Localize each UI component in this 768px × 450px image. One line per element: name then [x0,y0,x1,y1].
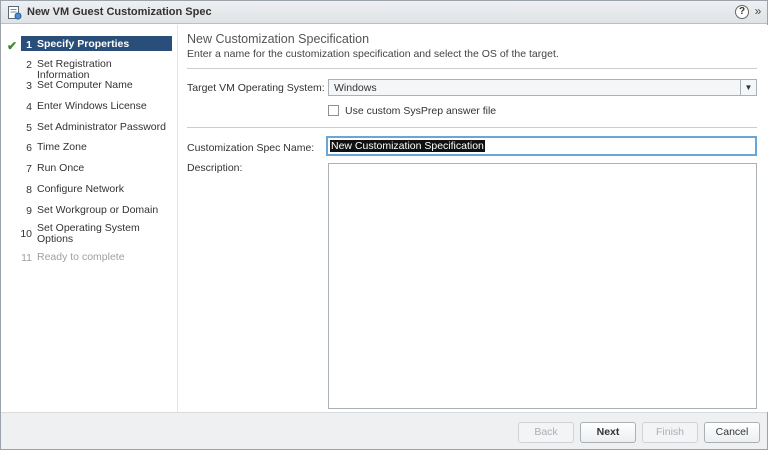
step-label: Enter Windows License [37,100,147,112]
step-label: Time Zone [37,141,87,153]
divider [187,68,757,69]
step-number: 5 [26,122,32,134]
sysprep-label: Use custom SysPrep answer file [345,105,497,117]
back-button[interactable]: Back [518,422,574,443]
step-label: Ready to complete [37,251,125,263]
spec-name-input[interactable]: New Customization Specification [326,136,757,156]
step-number: 8 [26,184,32,196]
step-label: Set Workgroup or Domain [37,204,159,216]
step-number: 10 [20,228,32,240]
step-number: 11 [21,252,32,264]
next-button[interactable]: Next [580,422,636,443]
wizard-steps-sidebar: ✔ 1 Specify Properties 2 Set Registratio… [1,25,176,412]
target-os-label: Target VM Operating System: [187,82,325,94]
page-description: Enter a name for the customization speci… [187,48,559,60]
step-label: Set Computer Name [37,79,133,91]
step-number: 3 [26,80,32,92]
sysprep-checkbox[interactable] [328,105,339,116]
finish-button[interactable]: Finish [642,422,698,443]
step-label: Set Operating System Options [37,222,140,245]
title-bar: New VM Guest Customization Spec ? » [1,1,767,24]
step-label: Specify Properties [37,38,130,50]
step-number: 7 [26,163,32,175]
step-number: 2 [26,59,32,71]
step-label: Set Administrator Password [37,121,166,133]
step-label: Set Registration Information [37,58,112,81]
divider [187,127,757,128]
step-number: 1 [26,39,32,51]
step-number: 6 [26,142,32,154]
spec-name-label: Customization Spec Name: [187,142,315,154]
description-label: Description: [187,162,243,174]
step-number: 9 [26,205,32,217]
customization-spec-icon [8,6,22,20]
content-panel: New Customization Specification Enter a … [177,25,768,412]
expand-icon[interactable]: » [752,4,764,18]
dropdown-arrow-icon[interactable]: ▼ [740,80,756,95]
cancel-button[interactable]: Cancel [704,422,760,443]
step-number: 4 [26,101,32,113]
wizard-footer: Back Next Finish Cancel [1,412,767,449]
description-textarea[interactable] [328,163,757,409]
dialog-title: New VM Guest Customization Spec [27,6,212,18]
page-title: New Customization Specification [187,32,370,46]
spec-name-value: New Customization Specification [330,140,485,152]
target-os-value: Windows [334,82,377,94]
step-label: Run Once [37,162,85,174]
help-icon[interactable]: ? [735,5,749,19]
step-label: Configure Network [37,183,124,195]
wizard-dialog: New VM Guest Customization Spec ? » ✔ 1 … [0,0,768,450]
target-os-select[interactable]: Windows ▼ [328,79,757,96]
